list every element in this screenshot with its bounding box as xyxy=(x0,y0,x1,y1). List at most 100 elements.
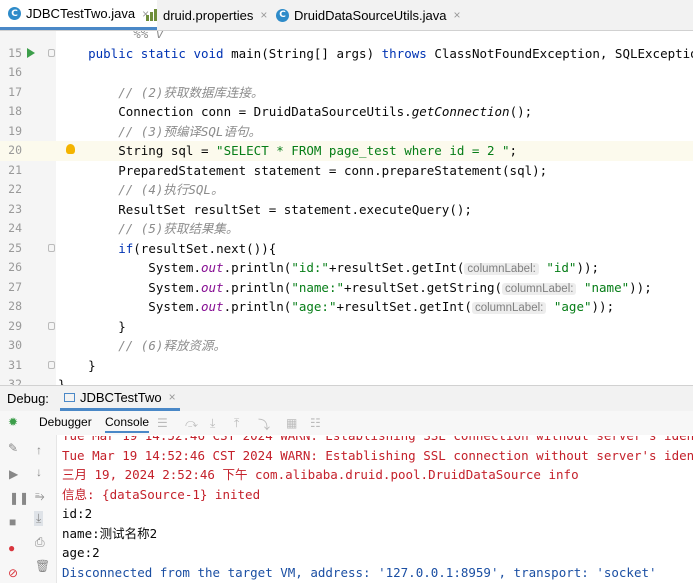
code-token: .println( xyxy=(223,260,292,275)
code-token: .println( xyxy=(223,299,292,314)
wrench-icon[interactable]: ✎ xyxy=(8,441,18,455)
fold-icon[interactable] xyxy=(48,321,55,330)
code-line[interactable]: 25 if(resultSet.next()){ xyxy=(0,239,693,259)
soft-wrap-icon[interactable]: ⥱ xyxy=(35,489,45,504)
fold-icon[interactable] xyxy=(48,243,55,252)
code-line[interactable]: 30 // (6)释放资源。 xyxy=(0,336,693,356)
code-token: (); xyxy=(509,104,533,119)
tab-debugger[interactable]: Debugger xyxy=(39,415,92,429)
code-token: // (4)执行SQL。 xyxy=(118,182,224,197)
code-token: out xyxy=(201,299,224,314)
debug-session-tab[interactable]: JDBCTestTwo × xyxy=(60,386,180,411)
debug-bug-icon[interactable]: ✹ xyxy=(8,415,18,429)
tab-console[interactable]: Console xyxy=(105,415,150,433)
step-into-icon[interactable]: ⤓ xyxy=(210,416,215,431)
code-line[interactable]: 28 System.out.println("age:"+resultSet.g… xyxy=(0,297,693,317)
threads-icon[interactable]: ☷ xyxy=(310,416,321,430)
tab-jdbctesttwo[interactable]: C JDBCTestTwo.java × xyxy=(0,0,158,30)
run-to-cursor-icon[interactable]: ⤵ xyxy=(258,416,270,433)
code-text: } xyxy=(58,375,66,385)
line-number[interactable]: 31 xyxy=(0,356,22,376)
print-icon[interactable]: ⎙ xyxy=(35,535,45,550)
code-text: // (2)获取数据库连接。 xyxy=(58,83,263,103)
menu-icon[interactable]: ☰ xyxy=(157,416,168,430)
line-number[interactable]: 26 xyxy=(0,258,22,278)
code-token: public static void xyxy=(88,45,232,61)
code-token: )); xyxy=(629,279,652,295)
code-line[interactable]: 16 xyxy=(0,63,693,83)
line-number[interactable]: 22 xyxy=(0,180,22,200)
close-icon[interactable]: × xyxy=(169,390,176,404)
line-number[interactable]: 20 xyxy=(0,141,22,161)
line-number[interactable]: 17 xyxy=(0,83,22,103)
tab-druiddatasourceutils[interactable]: C DruidDataSourceUtils.java × xyxy=(276,0,460,30)
tab-druid-properties[interactable]: druid.properties × xyxy=(146,0,267,30)
debug-tool-window-header: Debug: JDBCTestTwo × xyxy=(0,385,693,412)
code-text: if(resultSet.next()){ xyxy=(58,239,276,259)
code-text: %% v xyxy=(58,31,163,44)
code-line[interactable]: 29 } xyxy=(0,317,693,337)
line-number[interactable]: 32 xyxy=(0,375,22,385)
code-text: ResultSet resultSet = statement.executeQ… xyxy=(58,200,472,220)
step-over-icon[interactable]: ⤼ xyxy=(185,416,198,431)
scroll-up-icon[interactable]: ↑ xyxy=(36,443,42,457)
code-line[interactable]: 31 } xyxy=(0,356,693,376)
code-line[interactable]: 17 // (2)获取数据库连接。 xyxy=(0,83,693,103)
tab-label: JDBCTestTwo.java xyxy=(26,6,136,21)
console-output[interactable]: Tue Mar 19 14:52:46 CST 2024 WARN: Estab… xyxy=(62,436,693,583)
close-icon[interactable]: × xyxy=(260,8,267,22)
resume-icon[interactable]: ▶ xyxy=(9,467,18,481)
line-number[interactable]: 21 xyxy=(0,161,22,181)
run-icon[interactable] xyxy=(27,47,35,58)
code-line[interactable]: 19 // (3)预编译SQL语句。 xyxy=(0,122,693,142)
close-icon[interactable]: × xyxy=(453,8,460,22)
code-token: ; xyxy=(509,143,518,158)
code-line[interactable]: 21 PreparedStatement statement = conn.pr… xyxy=(0,161,693,181)
line-number[interactable]: 27 xyxy=(0,278,22,298)
line-number[interactable]: 24 xyxy=(0,219,22,239)
code-token: if xyxy=(118,240,134,256)
code-line[interactable]: 15 public static void main(String[] args… xyxy=(0,44,693,64)
console-line: id:2 xyxy=(62,506,93,521)
line-number[interactable]: 30 xyxy=(0,336,22,356)
line-number[interactable]: 15 xyxy=(0,44,22,64)
pause-icon[interactable]: ❚❚ xyxy=(9,491,29,505)
code-line[interactable]: 22 // (4)执行SQL。 xyxy=(0,180,693,200)
line-number[interactable]: 19 xyxy=(0,122,22,142)
line-number[interactable]: 28 xyxy=(0,297,22,317)
code-line[interactable]: 24 // (5)获取结果集。 xyxy=(0,219,693,239)
scroll-down-icon[interactable]: ↓ xyxy=(36,465,42,479)
line-number[interactable]: 18 xyxy=(0,102,22,122)
code-line[interactable]: 27 System.out.println("name:"+resultSet.… xyxy=(0,278,693,298)
code-line[interactable]: 26 System.out.println("id:"+resultSet.ge… xyxy=(0,258,693,278)
line-number[interactable]: 25 xyxy=(0,239,22,259)
code-line[interactable]: 18 Connection conn = DruidDataSourceUtil… xyxy=(0,102,693,122)
code-text: // (6)释放资源。 xyxy=(58,336,226,356)
line-number[interactable]: 23 xyxy=(0,200,22,220)
code-token: ClassNotFoundException, SQLException { xyxy=(434,45,693,61)
stop-icon[interactable]: ■ xyxy=(9,515,16,529)
code-token: // (2)获取数据库连接。 xyxy=(118,84,264,100)
frames-icon[interactable]: ▦ xyxy=(286,416,297,430)
line-number[interactable]: 16 xyxy=(0,63,22,83)
code-line[interactable]: 23 ResultSet resultSet = statement.execu… xyxy=(0,200,693,220)
step-out-icon[interactable]: ⤒ xyxy=(234,416,239,431)
code-token: out xyxy=(201,260,224,275)
line-number[interactable]: 29 xyxy=(0,317,22,337)
clear-all-icon[interactable]: 🗑 xyxy=(35,559,50,573)
code-line[interactable]: 32} xyxy=(0,375,693,385)
code-token: main(String[] args) xyxy=(231,45,382,61)
code-line[interactable]: 20 String sql = "SELECT * FROM page_test… xyxy=(0,141,693,161)
fold-icon[interactable] xyxy=(48,48,55,57)
code-token: "SELECT * FROM page_test where id = 2 " xyxy=(216,143,510,158)
scroll-to-end-icon[interactable]: ⤓ xyxy=(34,511,44,526)
code-editor[interactable]: %% v 15 public static void main(String[] … xyxy=(0,31,693,385)
fold-icon[interactable] xyxy=(48,360,55,369)
breakpoints-icon[interactable]: ● xyxy=(8,541,15,555)
mute-breakpoints-icon[interactable]: ⊘ xyxy=(8,566,18,580)
code-token: "name" xyxy=(583,279,630,295)
code-line[interactable]: %% v xyxy=(0,31,693,44)
